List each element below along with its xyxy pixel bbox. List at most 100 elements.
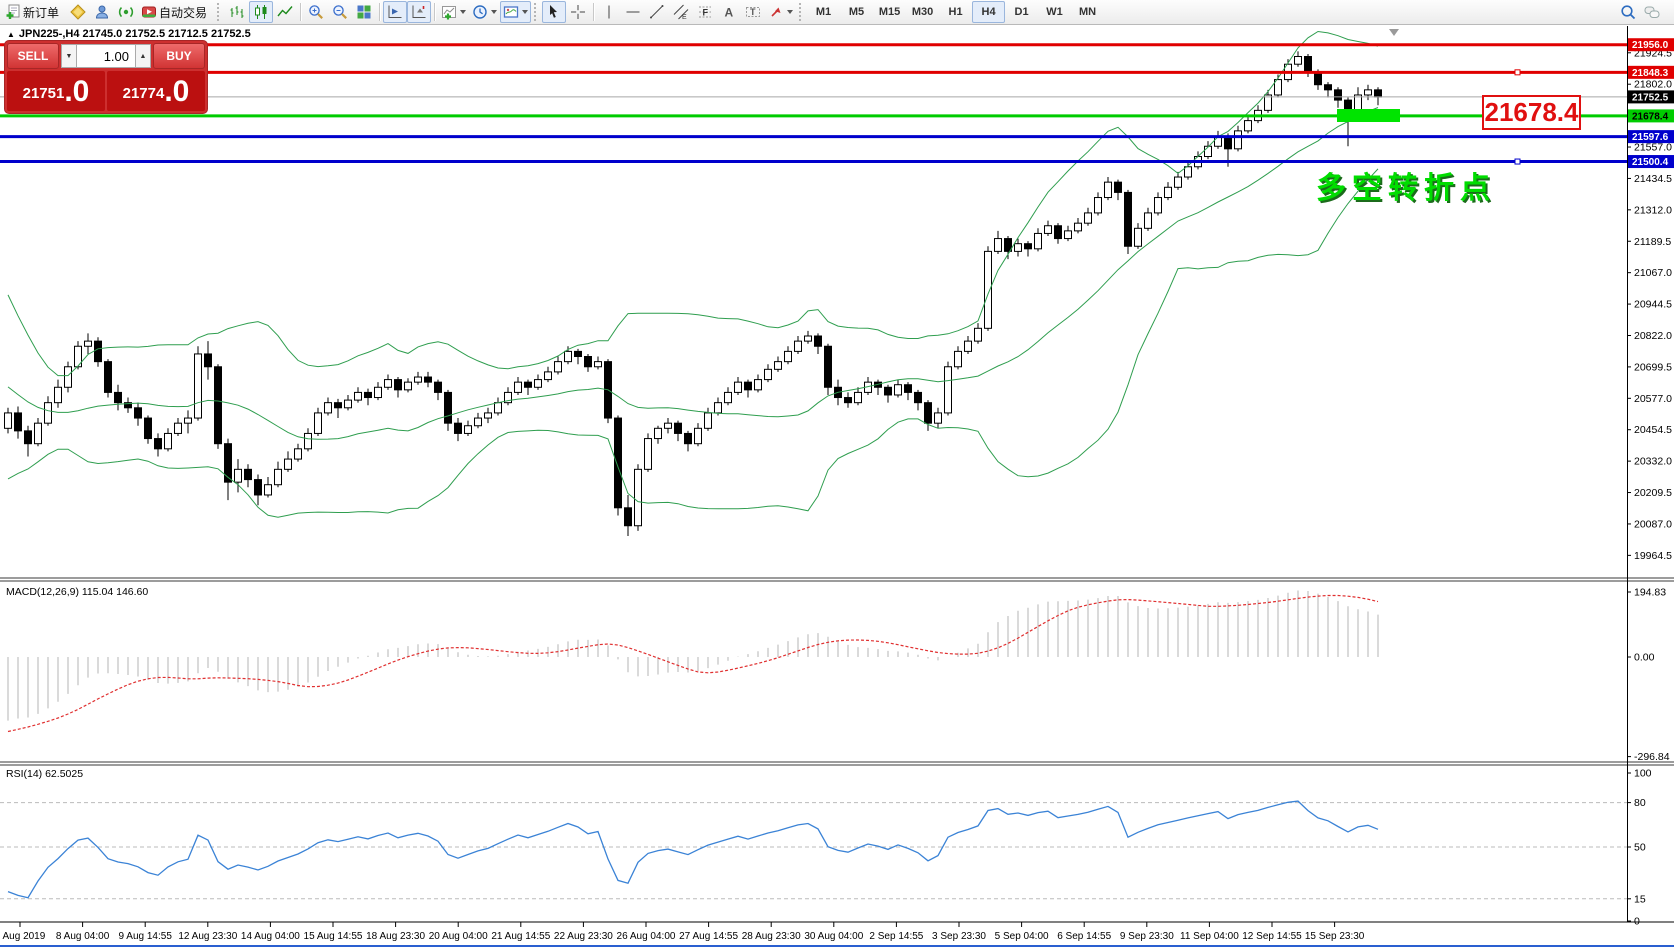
text-button[interactable]: A — [717, 1, 741, 23]
price-tick-label: 21434.5 — [1634, 173, 1672, 185]
timeframe-m5-button[interactable]: M5 — [840, 1, 873, 23]
navigator-button[interactable] — [90, 1, 114, 23]
crosshair-button[interactable] — [566, 1, 590, 23]
volume-increase-button[interactable]: ▲ — [135, 44, 151, 68]
toolbar-grip — [799, 3, 804, 21]
candlestick-button[interactable] — [249, 1, 274, 23]
new-order-button[interactable]: 新订单 — [2, 1, 66, 23]
chevron-down-icon[interactable] — [522, 10, 529, 14]
price-tick-label: 21189.5 — [1634, 236, 1671, 248]
hline-button[interactable] — [621, 1, 645, 23]
fibonacci-icon: F — [697, 4, 713, 20]
chevron-down-icon[interactable] — [460, 10, 467, 14]
time-tick-label: 14 Aug 04:00 — [241, 931, 300, 942]
timeframe-label: M15 — [878, 6, 901, 18]
market-watch-icon — [70, 4, 86, 20]
periods-icon — [472, 4, 488, 20]
timeframe-m15-button[interactable]: M15 — [873, 1, 906, 23]
arrows-button[interactable] — [765, 1, 796, 23]
zoom-in-icon — [308, 4, 324, 20]
mt4-window: { "toolbar": { "groups": [ {"name":"trad… — [0, 0, 1674, 947]
price-badge-label: 21752.5 — [1632, 92, 1669, 103]
new-order-icon — [5, 4, 21, 20]
bar-chart-button[interactable] — [225, 1, 249, 23]
time-tick-label: 8 Aug 04:00 — [56, 931, 110, 942]
search-button[interactable] — [1616, 1, 1640, 23]
one-click-trading-panel: SELL ▼ ▲ BUY 21751.0 21774.0 — [5, 41, 207, 113]
zoom-out-button[interactable] — [328, 1, 352, 23]
timeframe-w1-button[interactable]: W1 — [1038, 1, 1071, 23]
label-button[interactable]: T — [741, 1, 765, 23]
community-button[interactable] — [1640, 1, 1664, 23]
cursor-button[interactable] — [542, 1, 567, 23]
zoom-in-button[interactable] — [304, 1, 328, 23]
price-badge-label: 21597.6 — [1632, 132, 1669, 143]
price-tick-label: 20822.0 — [1634, 330, 1672, 342]
buy-button[interactable]: BUY — [153, 43, 205, 69]
autotrading-button[interactable]: 自动交易 — [138, 1, 214, 23]
buy-price: 21774 — [122, 85, 165, 102]
timeframe-label: M30 — [911, 6, 934, 18]
price-tick-label: 20454.5 — [1634, 424, 1672, 436]
timeframe-d1-button[interactable]: D1 — [1005, 1, 1038, 23]
price-badge-label: 21848.3 — [1632, 68, 1669, 79]
market-watch-button[interactable] — [66, 1, 90, 23]
bollinger-bands — [7, 30, 1379, 518]
trendline-icon — [649, 4, 665, 20]
rsi-scale-label: 80 — [1634, 797, 1646, 809]
timeframe-mn-button[interactable]: MN — [1071, 1, 1104, 23]
sell-button[interactable]: SELL — [7, 43, 59, 69]
line-handle[interactable] — [1514, 69, 1521, 76]
tile-windows-button[interactable] — [352, 1, 376, 23]
price-callout-box[interactable]: 21678.4 — [1482, 95, 1581, 130]
trendline-button[interactable] — [645, 1, 669, 23]
volume-input[interactable] — [77, 44, 135, 68]
channel-button[interactable]: E — [669, 1, 693, 23]
line-handle[interactable] — [1514, 158, 1521, 165]
text-icon: A — [721, 4, 737, 20]
buy-price-tile[interactable]: 21774.0 — [107, 71, 205, 111]
time-tick-label: 15 Aug 14:55 — [304, 931, 363, 942]
highlight-rectangle-object[interactable] — [1337, 109, 1400, 122]
indicators-button[interactable] — [438, 1, 469, 23]
timeframe-h4-button[interactable]: H4 — [972, 1, 1006, 23]
timeframe-label: H1 — [948, 6, 963, 18]
chevron-down-icon[interactable] — [491, 10, 498, 14]
vline-button[interactable] — [597, 1, 621, 23]
symbol-collapse-icon[interactable]: ▲ — [7, 30, 15, 39]
time-tick-label: 9 Aug 14:55 — [119, 931, 173, 942]
timeframe-label: D1 — [1014, 6, 1029, 18]
price-tick-label: 21802.0 — [1634, 79, 1672, 91]
rsi-scale-label: 100 — [1634, 768, 1652, 780]
price-axis[interactable]: 21924.521802.021557.021434.521312.021189… — [1627, 38, 1674, 562]
svg-text:T: T — [750, 7, 756, 17]
sell-price-tile[interactable]: 21751.0 — [7, 71, 105, 111]
signals-button[interactable] — [114, 1, 138, 23]
time-tick-label: 18 Aug 23:30 — [366, 931, 425, 942]
turning-point-annotation: 多空转折点 — [1316, 172, 1496, 205]
templates-icon — [503, 4, 519, 20]
chart-shift-marker[interactable] — [1389, 29, 1399, 36]
fibonacci-button[interactable]: F — [693, 1, 717, 23]
time-tick-label: 9 Sep 23:30 — [1120, 931, 1174, 942]
macd-scale-label: -296.84 — [1634, 751, 1670, 763]
macd-scale-label: 194.83 — [1634, 587, 1666, 599]
periods-button[interactable] — [469, 1, 500, 23]
price-tick-label: 21312.0 — [1634, 204, 1672, 216]
time-axis[interactable]: 6 Aug 2019 8 Aug 04:00 9 Aug 14:55 12 Aug 2… — [0, 922, 1365, 942]
chart-canvas[interactable]: 21924.521802.021557.021434.521312.021189… — [0, 0, 1674, 947]
auto-scroll-button[interactable] — [383, 1, 408, 23]
candlestick-icon — [253, 4, 269, 20]
rsi-scale-label: 0 — [1634, 916, 1640, 928]
time-tick-label: 5 Sep 04:00 — [995, 931, 1049, 942]
line-chart-button[interactable] — [273, 1, 297, 23]
price-badge-label: 21956.0 — [1632, 40, 1669, 51]
timeframe-m1-button[interactable]: M1 — [807, 1, 840, 23]
chart-shift-button[interactable] — [407, 1, 432, 23]
timeframe-m30-button[interactable]: M30 — [906, 1, 939, 23]
volume-decrease-button[interactable]: ▼ — [61, 44, 77, 68]
chevron-down-icon[interactable] — [787, 10, 794, 14]
templates-button[interactable] — [500, 1, 532, 23]
timeframe-label: H4 — [981, 6, 996, 18]
timeframe-h1-button[interactable]: H1 — [939, 1, 972, 23]
